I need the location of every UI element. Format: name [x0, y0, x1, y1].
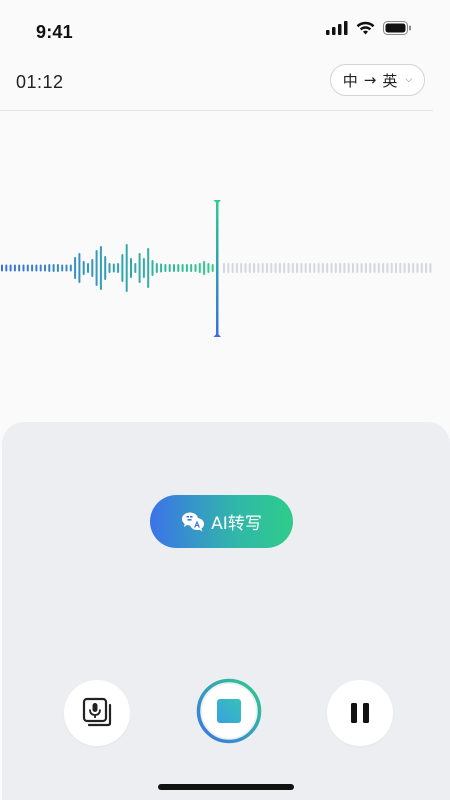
pause-icon — [351, 703, 369, 723]
battery-icon — [383, 21, 411, 35]
ai-transcribe-label: AI转写 — [211, 514, 262, 534]
stop-icon — [196, 678, 262, 744]
status-bar: 9:41 — [0, 0, 450, 60]
waveform-graphic — [1, 200, 432, 337]
source-language: 中 — [342, 71, 358, 90]
recording-timer: 01:12 — [16, 72, 64, 92]
status-icons — [326, 18, 412, 38]
translate-icon — [182, 512, 205, 531]
status-time: 9:41 — [36, 22, 73, 42]
stop-button[interactable] — [196, 678, 262, 744]
target-language: 英 — [382, 71, 398, 90]
home-indicator — [158, 784, 294, 790]
header-divider — [0, 110, 433, 111]
arrow-right-icon: → — [363, 71, 377, 89]
ai-transcribe-button[interactable]: AI转写 — [150, 495, 293, 548]
signal-icon — [326, 21, 348, 35]
wifi-icon — [356, 21, 375, 35]
mic-copy-icon — [82, 697, 112, 727]
mic-copy-button[interactable] — [64, 680, 130, 746]
pause-button[interactable] — [327, 680, 393, 746]
chevron-down-icon: ⌵ — [405, 75, 413, 85]
language-selector[interactable]: 中 → 英 ⌵ — [330, 64, 425, 96]
playhead[interactable] — [213, 200, 222, 337]
waveform — [0, 190, 450, 350]
